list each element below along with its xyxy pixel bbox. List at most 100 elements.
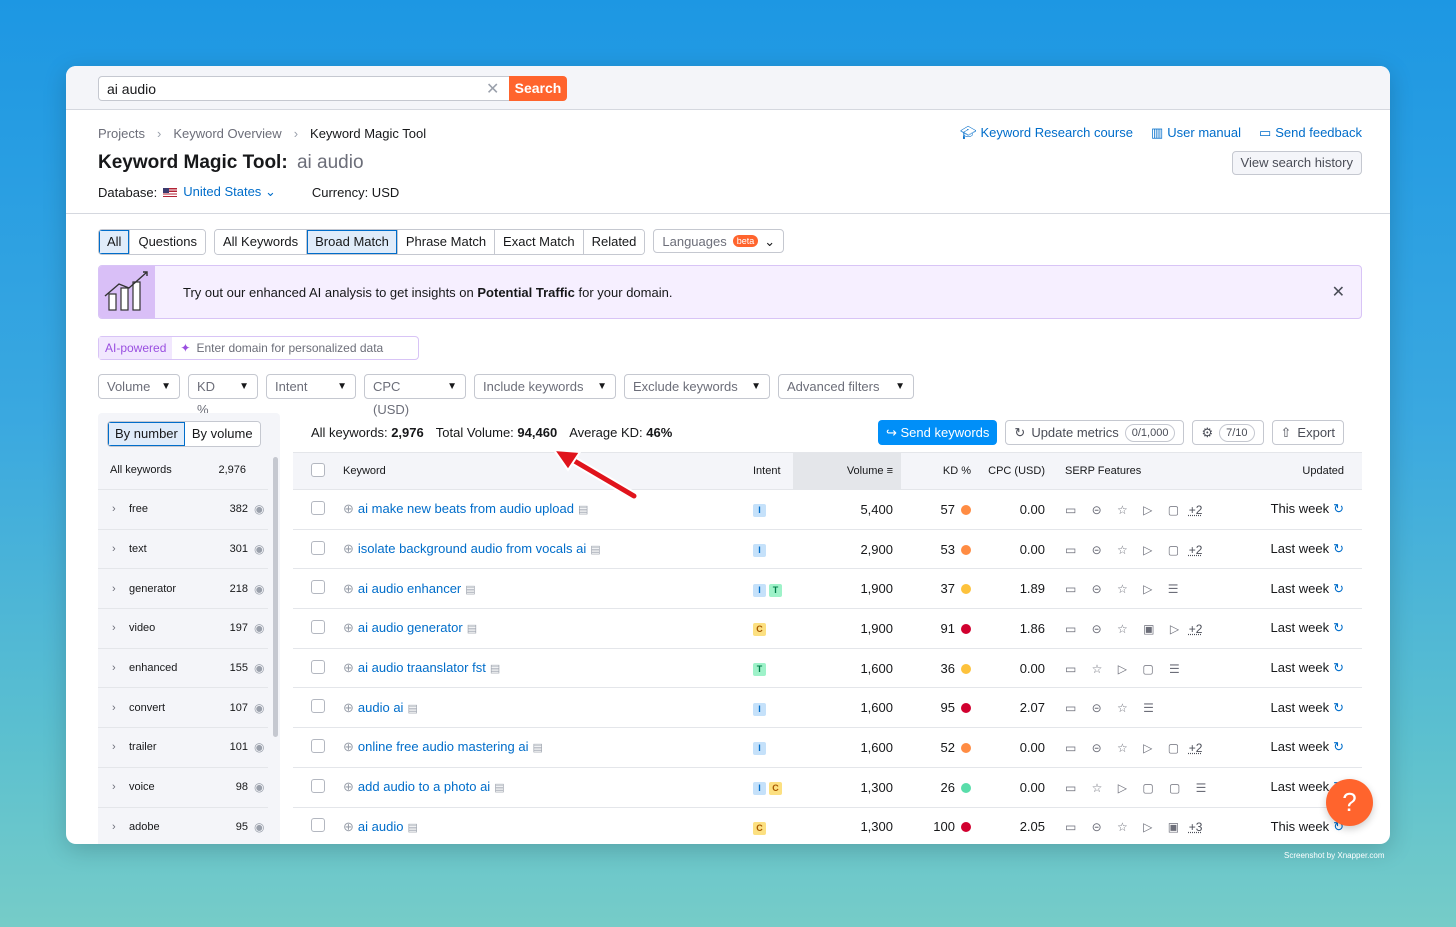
- update-metrics-button[interactable]: ↻ Update metrics 0/1,000: [1005, 420, 1185, 445]
- row-checkbox[interactable]: [311, 500, 325, 515]
- serp-snapshot-icon[interactable]: ▤: [465, 584, 475, 596]
- eye-icon[interactable]: ◉: [254, 582, 268, 596]
- eye-icon[interactable]: ◉: [254, 701, 268, 715]
- tab-broad-match[interactable]: Broad Match: [307, 230, 398, 254]
- chevron-right-icon[interactable]: ›: [112, 781, 129, 793]
- search-input[interactable]: ai audio: [98, 76, 510, 101]
- filter-cpc[interactable]: CPC (USD) ▼: [364, 374, 466, 417]
- serp-more-link[interactable]: +2: [1189, 503, 1203, 517]
- filter-advanced[interactable]: Advanced filters ▼: [778, 374, 914, 399]
- tab-exact-match[interactable]: Exact Match: [495, 230, 584, 254]
- row-checkbox[interactable]: [311, 699, 325, 714]
- sidebar-group-item[interactable]: › free 382 ◉: [98, 489, 268, 529]
- add-circle-icon[interactable]: ⊕: [343, 819, 354, 834]
- row-checkbox[interactable]: [311, 659, 325, 674]
- clear-icon[interactable]: ✕: [486, 79, 499, 99]
- chevron-right-icon[interactable]: ›: [112, 702, 129, 714]
- eye-icon[interactable]: ◉: [254, 502, 268, 516]
- keyword-link[interactable]: add audio to a photo ai: [358, 779, 490, 794]
- serp-more-link[interactable]: +2: [1189, 741, 1203, 755]
- tab-phrase-match[interactable]: Phrase Match: [397, 230, 496, 254]
- row-checkbox[interactable]: [311, 738, 325, 753]
- eye-icon[interactable]: ◉: [254, 820, 268, 834]
- serp-more-link[interactable]: +2: [1189, 622, 1203, 636]
- export-button[interactable]: ⇧ Export: [1271, 420, 1344, 445]
- send-feedback-link[interactable]: ▭ Send feedback: [1259, 125, 1362, 141]
- keyword-link[interactable]: ai audio enhancer: [358, 581, 461, 596]
- keyword-link[interactable]: ai audio traanslator fst: [358, 660, 486, 675]
- eye-icon[interactable]: ◉: [254, 661, 268, 675]
- row-checkbox[interactable]: [311, 540, 325, 555]
- tab-all-keywords[interactable]: All Keywords: [215, 230, 308, 254]
- refresh-icon[interactable]: ↻: [1333, 541, 1344, 556]
- serp-snapshot-icon[interactable]: ▤: [590, 544, 600, 556]
- sidebar-group-item[interactable]: › text 301 ◉: [98, 528, 268, 569]
- chevron-right-icon[interactable]: ›: [112, 583, 129, 595]
- all-keywords-group[interactable]: All keywords 2,976: [110, 464, 246, 476]
- keyword-link[interactable]: online free audio mastering ai: [358, 739, 529, 754]
- sidebar-group-item[interactable]: › adobe 95 ◉: [98, 806, 268, 845]
- refresh-icon[interactable]: ↻: [1333, 581, 1344, 596]
- header-serp[interactable]: SERP Features: [1053, 465, 1237, 477]
- sidebar-group-item[interactable]: › trailer 101 ◉: [98, 727, 268, 767]
- filter-exclude-keywords[interactable]: Exclude keywords ▼: [624, 374, 770, 399]
- chevron-right-icon[interactable]: ›: [112, 543, 129, 555]
- serp-snapshot-icon[interactable]: ▤: [407, 822, 417, 834]
- sidebar-scrollbar[interactable]: [273, 457, 278, 737]
- header-kd[interactable]: KD %: [901, 465, 975, 477]
- header-updated[interactable]: Updated: [1237, 465, 1362, 477]
- keyword-link[interactable]: audio ai: [358, 700, 404, 715]
- settings-button[interactable]: ⚙ 7/10: [1192, 420, 1264, 445]
- header-volume[interactable]: Volume ≡: [793, 452, 901, 490]
- filter-intent[interactable]: Intent ▼: [266, 374, 356, 399]
- by-number-button[interactable]: By number: [108, 422, 185, 446]
- add-circle-icon[interactable]: ⊕: [343, 660, 354, 675]
- by-volume-button[interactable]: By volume: [184, 422, 260, 446]
- chevron-right-icon[interactable]: ›: [112, 503, 129, 515]
- add-circle-icon[interactable]: ⊕: [343, 620, 354, 635]
- chevron-right-icon[interactable]: ›: [112, 821, 129, 833]
- breadcrumb-keyword-overview[interactable]: Keyword Overview: [173, 126, 281, 141]
- user-manual-link[interactable]: ▥ User manual: [1151, 125, 1241, 141]
- refresh-icon[interactable]: ↻: [1333, 501, 1344, 516]
- refresh-icon[interactable]: ↻: [1333, 660, 1344, 675]
- sidebar-group-item[interactable]: › enhanced 155 ◉: [98, 647, 268, 688]
- filter-kd[interactable]: KD % ▼: [188, 374, 258, 417]
- filter-volume[interactable]: Volume ▼: [98, 374, 180, 399]
- add-circle-icon[interactable]: ⊕: [343, 581, 354, 596]
- database-select[interactable]: United States ⌄: [183, 184, 276, 200]
- serp-snapshot-icon[interactable]: ▤: [490, 663, 500, 675]
- row-checkbox[interactable]: [311, 818, 325, 833]
- keyword-link[interactable]: ai audio generator: [358, 620, 463, 635]
- serp-more-link[interactable]: +2: [1189, 543, 1203, 557]
- refresh-icon[interactable]: ↻: [1333, 620, 1344, 635]
- eye-icon[interactable]: ◉: [254, 740, 268, 754]
- keyword-link[interactable]: isolate background audio from vocals ai: [358, 541, 586, 556]
- row-checkbox[interactable]: [311, 580, 325, 595]
- serp-snapshot-icon[interactable]: ▤: [494, 782, 504, 794]
- select-all-checkbox[interactable]: [311, 462, 325, 477]
- eye-icon[interactable]: ◉: [254, 542, 268, 556]
- keyword-link[interactable]: ai audio: [358, 819, 404, 834]
- add-circle-icon[interactable]: ⊕: [343, 739, 354, 754]
- keyword-research-course-link[interactable]: 🎓︎ Keyword Research course: [960, 125, 1133, 141]
- domain-input[interactable]: ✦ Enter domain for personalized data: [172, 341, 418, 355]
- languages-dropdown[interactable]: Languages beta ⌄: [653, 229, 785, 253]
- header-intent[interactable]: Intent: [753, 465, 793, 477]
- filter-include-keywords[interactable]: Include keywords ▼: [474, 374, 616, 399]
- header-cpc[interactable]: CPC (USD): [975, 465, 1053, 477]
- serp-snapshot-icon[interactable]: ▤: [532, 742, 542, 754]
- refresh-icon[interactable]: ↻: [1333, 739, 1344, 754]
- eye-icon[interactable]: ◉: [254, 780, 268, 794]
- tab-related[interactable]: Related: [583, 230, 645, 254]
- row-checkbox[interactable]: [311, 619, 325, 634]
- sidebar-group-item[interactable]: › video 197 ◉: [98, 608, 268, 648]
- sidebar-group-item[interactable]: › convert 107 ◉: [98, 687, 268, 727]
- breadcrumb-projects[interactable]: Projects: [98, 126, 145, 141]
- chevron-right-icon[interactable]: ›: [112, 622, 129, 634]
- send-keywords-button[interactable]: ↪ Send keywords: [877, 420, 998, 445]
- sidebar-group-item[interactable]: › voice 98 ◉: [98, 766, 268, 807]
- close-icon[interactable]: ✕: [1332, 282, 1345, 302]
- serp-snapshot-icon[interactable]: ▤: [407, 703, 417, 715]
- chevron-right-icon[interactable]: ›: [112, 662, 129, 674]
